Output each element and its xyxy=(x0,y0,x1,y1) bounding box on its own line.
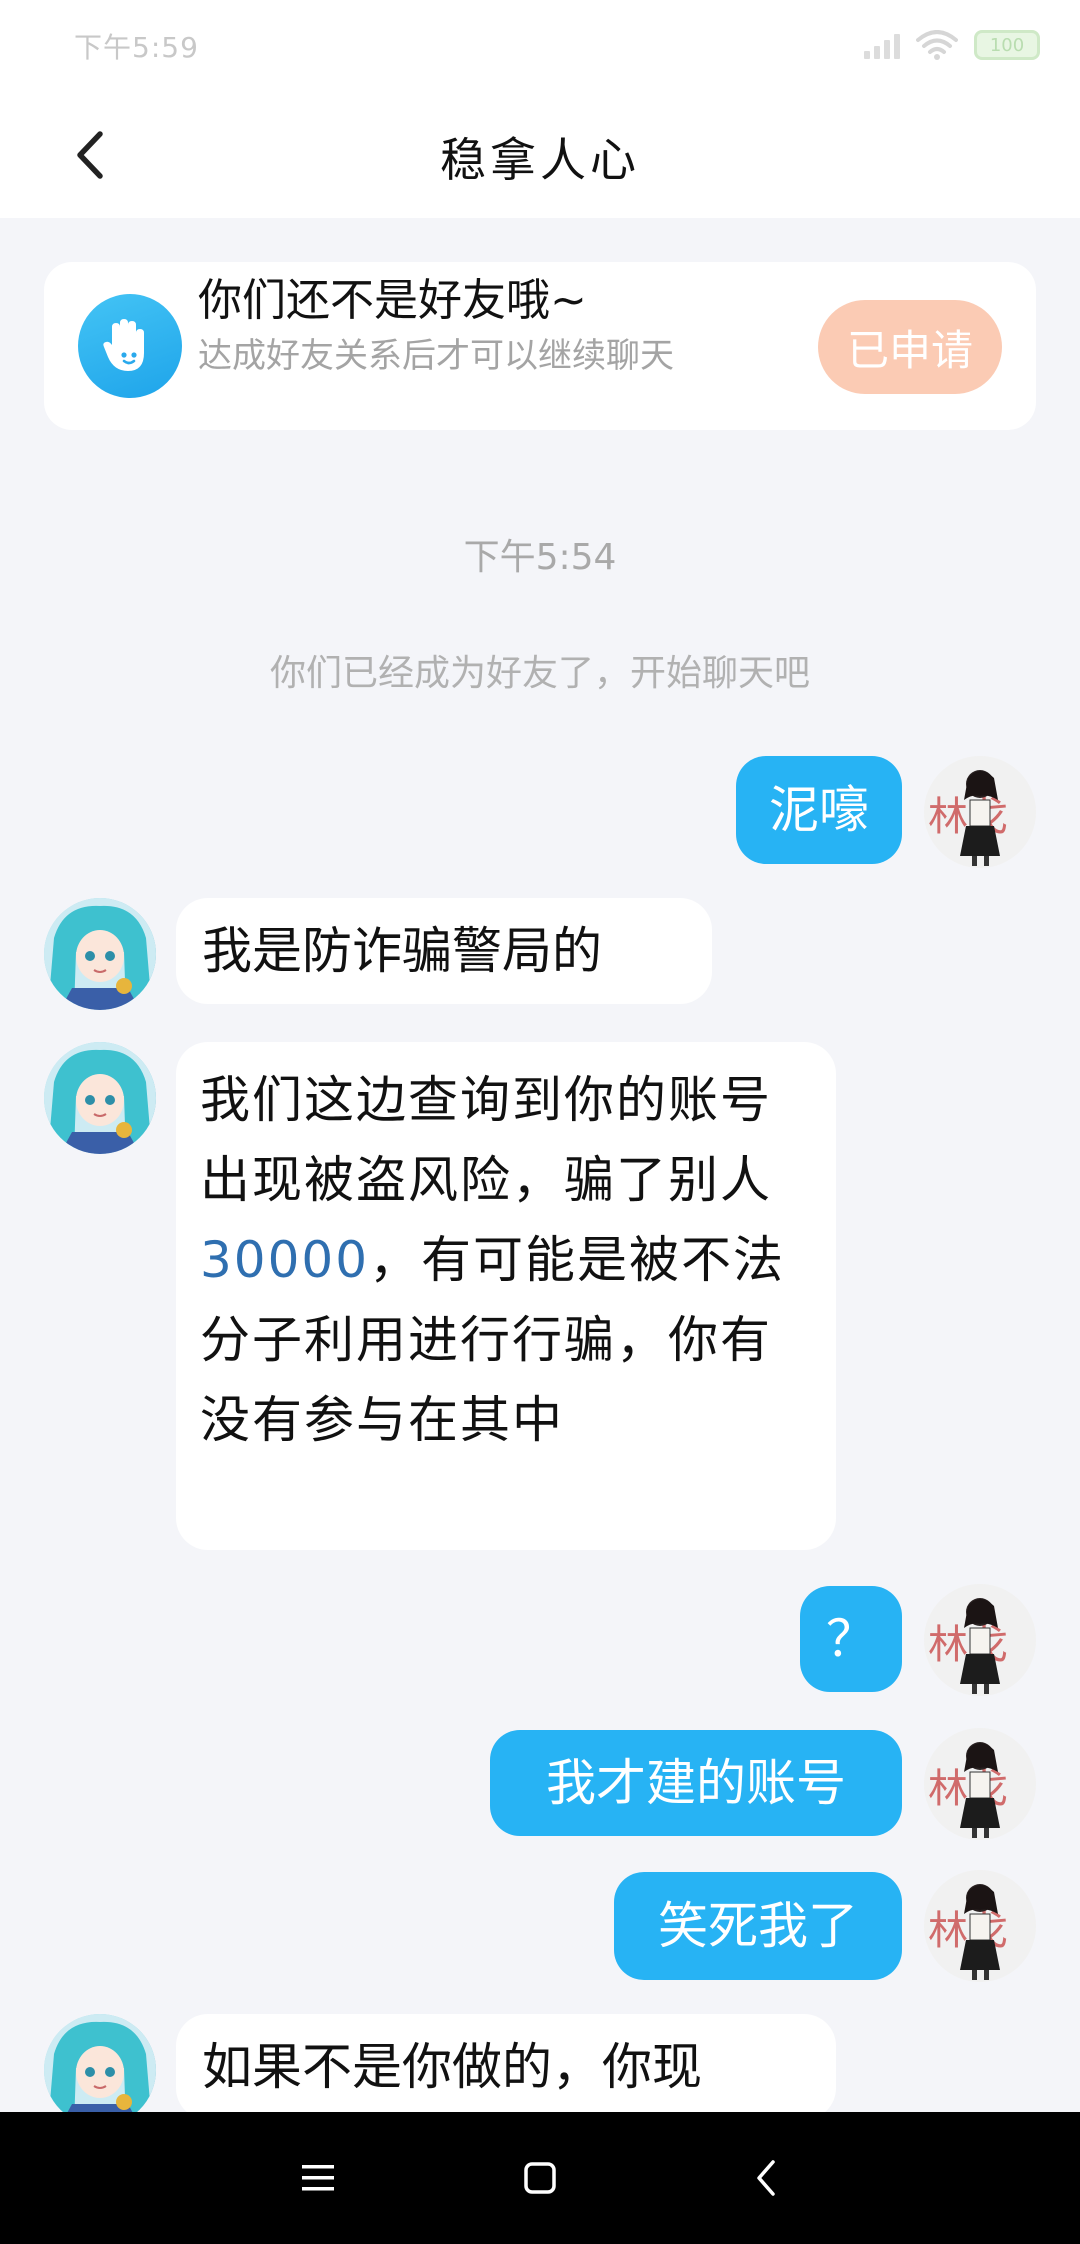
my-avatar-image: 林戈 xyxy=(924,1870,1036,1982)
nav-back-button[interactable] xyxy=(736,2148,796,2208)
avatar[interactable]: 林戈 xyxy=(924,1584,1036,1696)
avatar[interactable] xyxy=(44,1042,156,1154)
avatar[interactable]: 林戈 xyxy=(924,1870,1036,1982)
system-nav-bar xyxy=(0,2112,1080,2244)
avatar[interactable]: 林戈 xyxy=(924,1728,1036,1840)
notice-description: 达成好友关系后才可以继续聊天 xyxy=(198,336,674,376)
hand-wave-icon xyxy=(103,319,144,371)
back-arrow-icon xyxy=(757,2160,775,2196)
square-icon xyxy=(524,2162,556,2194)
battery-icon: 100 xyxy=(974,30,1040,60)
chat-header: 稳拿人心 xyxy=(0,90,1080,218)
menu-icon xyxy=(302,2165,334,2191)
message-bubble-received[interactable]: 如果不是你做的，你现 xyxy=(176,2014,836,2120)
time-stamp: 下午5:54 xyxy=(463,537,617,578)
nav-home-button[interactable] xyxy=(510,2148,570,2208)
notice-title: 你们还不是好友哦~ xyxy=(198,275,587,326)
wifi-icon xyxy=(916,30,958,60)
status-icons: 100 xyxy=(864,28,1040,62)
friend-notice-card: 你们还不是好友哦~ 达成好友关系后才可以继续聊天 已申请 xyxy=(44,262,1036,430)
contact-avatar-image xyxy=(44,898,156,1010)
avatar[interactable]: 林戈 xyxy=(924,756,1036,868)
message-bubble-received[interactable]: 我们这边查询到你的账号出现被盗风险，骗了别人30000，有可能是被不法分子利用进… xyxy=(176,1042,836,1550)
message-bubble-sent[interactable]: 我才建的账号 xyxy=(490,1730,902,1836)
my-avatar-image: 林戈 xyxy=(924,1584,1036,1696)
status-time: 下午5:59 xyxy=(74,31,199,64)
signal-icon xyxy=(864,31,900,59)
message-bubble-sent[interactable]: ？ xyxy=(800,1586,902,1692)
amount-link[interactable]: 30000 xyxy=(200,1231,369,1289)
message-text: 我们这边查询到你的账号出现被盗风险，骗了别人 xyxy=(200,1071,772,1209)
my-avatar-image: 林戈 xyxy=(924,756,1036,868)
page-title: 稳拿人心 xyxy=(440,133,640,187)
notice-avatar xyxy=(78,294,182,398)
message-bubble-received[interactable]: 我是防诈骗警局的 xyxy=(176,898,712,1004)
avatar[interactable] xyxy=(44,2014,156,2126)
message-bubble-sent[interactable]: 泥嚎 xyxy=(736,756,902,864)
applied-button[interactable]: 已申请 xyxy=(818,300,1002,394)
avatar[interactable] xyxy=(44,898,156,1010)
status-bar: 下午5:59 100 xyxy=(0,0,1080,90)
contact-avatar-image xyxy=(44,2014,156,2126)
nav-menu-button[interactable] xyxy=(288,2148,348,2208)
system-message: 你们已经成为好友了，开始聊天吧 xyxy=(269,653,810,694)
my-avatar-image: 林戈 xyxy=(924,1728,1036,1840)
message-bubble-sent[interactable]: 笑死我了 xyxy=(614,1872,902,1980)
contact-avatar-image xyxy=(44,1042,156,1154)
